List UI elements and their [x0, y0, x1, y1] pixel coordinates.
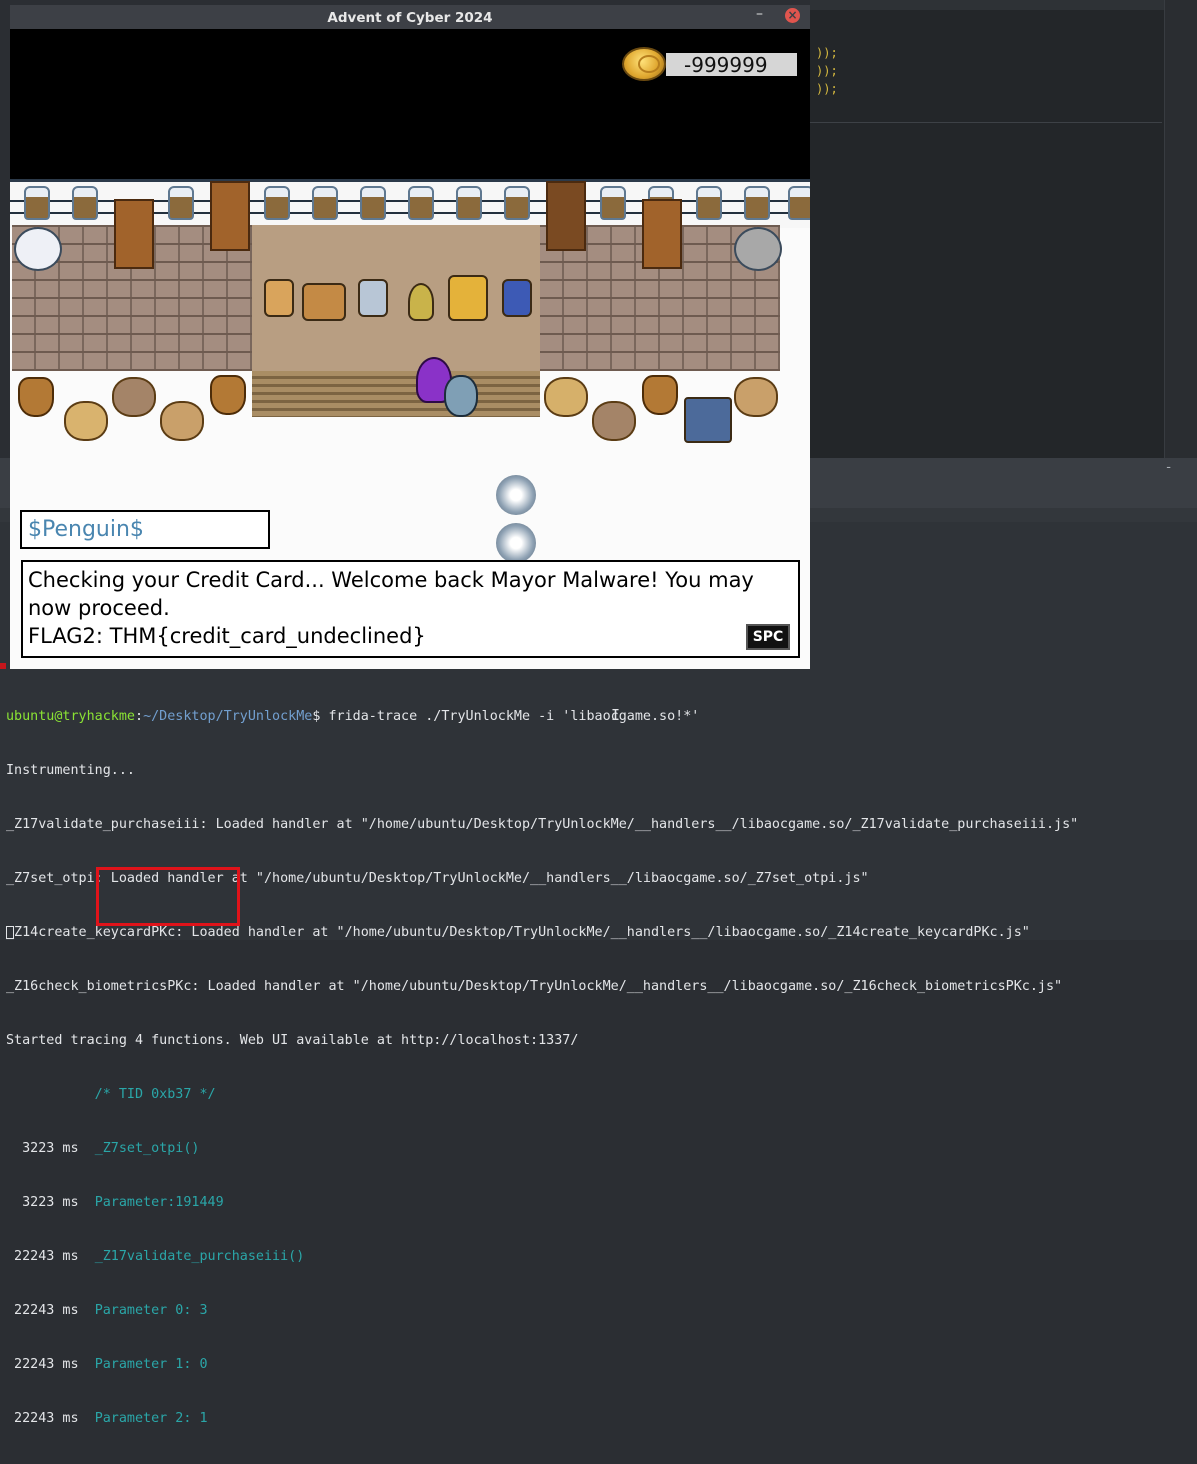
editor-header	[810, 0, 1197, 10]
trace-line: 3223 ms _Z7set_otpi()	[6, 1140, 1078, 1158]
game-canvas[interactable]: -999999 $Penguin$ Checking your Credit C…	[10, 29, 810, 669]
basket	[592, 401, 636, 441]
code-line: ));	[816, 46, 838, 60]
sack	[18, 377, 54, 417]
trace-message: _Z7set_otpi()	[94, 1141, 200, 1156]
game-window[interactable]: Advent of Cyber 2024 – × -999999 $Pengui…	[10, 5, 810, 669]
trace-line: 3223 ms Parameter:191449	[6, 1194, 1078, 1212]
stairs	[252, 371, 540, 417]
penguin-npc-moneybag	[444, 375, 478, 417]
output-line: Instrumenting...	[6, 763, 135, 778]
dialog-box: Checking your Credit Card... Welcome bac…	[21, 560, 800, 658]
toy-top	[408, 283, 434, 321]
space-continue-button[interactable]: SPC	[746, 624, 790, 650]
parameter-highlight-box	[96, 867, 240, 926]
fruit-basket	[64, 401, 108, 441]
trace-timestamp: 22243 ms	[6, 1411, 95, 1426]
terminal-cursor	[6, 926, 14, 939]
toy-frame	[302, 283, 346, 321]
trace-timestamp: 3223 ms	[6, 1141, 95, 1156]
window-title: Advent of Cyber 2024	[327, 10, 493, 26]
stool	[14, 227, 62, 271]
tid-line: /* TID 0xb37 */	[6, 1087, 216, 1102]
toy-bear	[358, 279, 388, 317]
fruit-basket	[160, 401, 204, 441]
trace-message: Parameter 1: 0	[94, 1357, 208, 1372]
shop-floor	[252, 225, 540, 371]
dialog-flag-line: FLAG2: THM{credit_card_undeclined}	[28, 624, 426, 648]
trace-message: _Z17validate_purchaseiii()	[94, 1249, 305, 1264]
game-titlebar[interactable]: Advent of Cyber 2024 – ×	[10, 5, 810, 29]
mouse-ibeam-icon: I	[611, 706, 621, 724]
trace-message: Parameter 0: 3	[94, 1303, 208, 1318]
trace-timestamp: 3223 ms	[6, 1195, 95, 1210]
stool	[734, 227, 782, 271]
trace-line: 22243 ms Parameter 0: 3	[6, 1302, 1078, 1320]
handler-line: _Z17validate_purchaseiii: Loaded handler…	[6, 817, 1079, 832]
cabinet	[210, 181, 250, 251]
handler-line: _Z14create_keycardPKc: Loaded handler at…	[6, 925, 1030, 940]
code-editor-window: )); )); ));	[810, 0, 1197, 458]
output-line: Started tracing 4 functions. Web UI avai…	[6, 1033, 579, 1048]
editor-divider	[810, 122, 1162, 123]
snowball	[496, 475, 536, 515]
handler-line: _Z16check_biometricsPKc: Loaded handler …	[6, 979, 1063, 994]
close-button[interactable]: ×	[785, 8, 800, 23]
speaker-name-box: $Penguin$	[20, 510, 270, 549]
coin-icon	[622, 47, 666, 81]
snowball	[496, 523, 536, 563]
dialog-line: Checking your Credit Card... Welcome bac…	[28, 568, 754, 592]
toy-robot	[448, 275, 488, 321]
command-text: frida-trace ./TryUnlockMe -i 'libaocgame…	[328, 709, 700, 724]
coin-value: -999999	[666, 53, 797, 77]
basket	[112, 377, 156, 417]
toy-rocket	[502, 279, 532, 317]
trace-timestamp: 22243 ms	[6, 1249, 95, 1264]
prompt-line: ubuntu@tryhackme:~/Desktop/TryUnlockMe$ …	[6, 708, 1078, 726]
trace-line: 22243 ms Parameter 2: 1	[6, 1410, 1078, 1428]
editor-scrollbar[interactable]	[1164, 0, 1197, 458]
trace-timestamp: 22243 ms	[6, 1303, 95, 1318]
prompt-separator: :	[135, 709, 144, 724]
cabinet	[114, 199, 154, 269]
terminal-output[interactable]: ubuntu@tryhackme:~/Desktop/TryUnlockMe$ …	[6, 672, 1078, 1464]
trace-line: 22243 ms _Z17validate_purchaseiii()	[6, 1248, 1078, 1266]
trace-message: Parameter:191449	[94, 1195, 224, 1210]
toy-bear	[264, 279, 294, 317]
code-line: ));	[816, 64, 838, 78]
trace-timestamp: 22243 ms	[6, 1357, 95, 1372]
dialog-line: now proceed.	[28, 596, 170, 620]
fruit-basket	[544, 377, 588, 417]
terminal-marker	[0, 663, 6, 669]
terminal-minimize-button[interactable]: -	[1166, 460, 1171, 475]
fruit-basket	[734, 377, 778, 417]
trace-message: Parameter 2: 1	[94, 1411, 208, 1426]
bookshelf	[546, 181, 586, 251]
code-line: ));	[816, 82, 838, 96]
register-machine	[684, 397, 732, 443]
prompt-path: ~/Desktop/TryUnlockMe	[143, 709, 313, 724]
cabinet	[642, 199, 682, 269]
sack	[642, 375, 678, 415]
prompt-symbol: $	[312, 709, 329, 724]
trace-line: 22243 ms Parameter 1: 0	[6, 1356, 1078, 1374]
sack	[210, 375, 246, 415]
minimize-button[interactable]: –	[756, 6, 763, 22]
prompt-user: ubuntu@tryhackme	[6, 709, 135, 724]
